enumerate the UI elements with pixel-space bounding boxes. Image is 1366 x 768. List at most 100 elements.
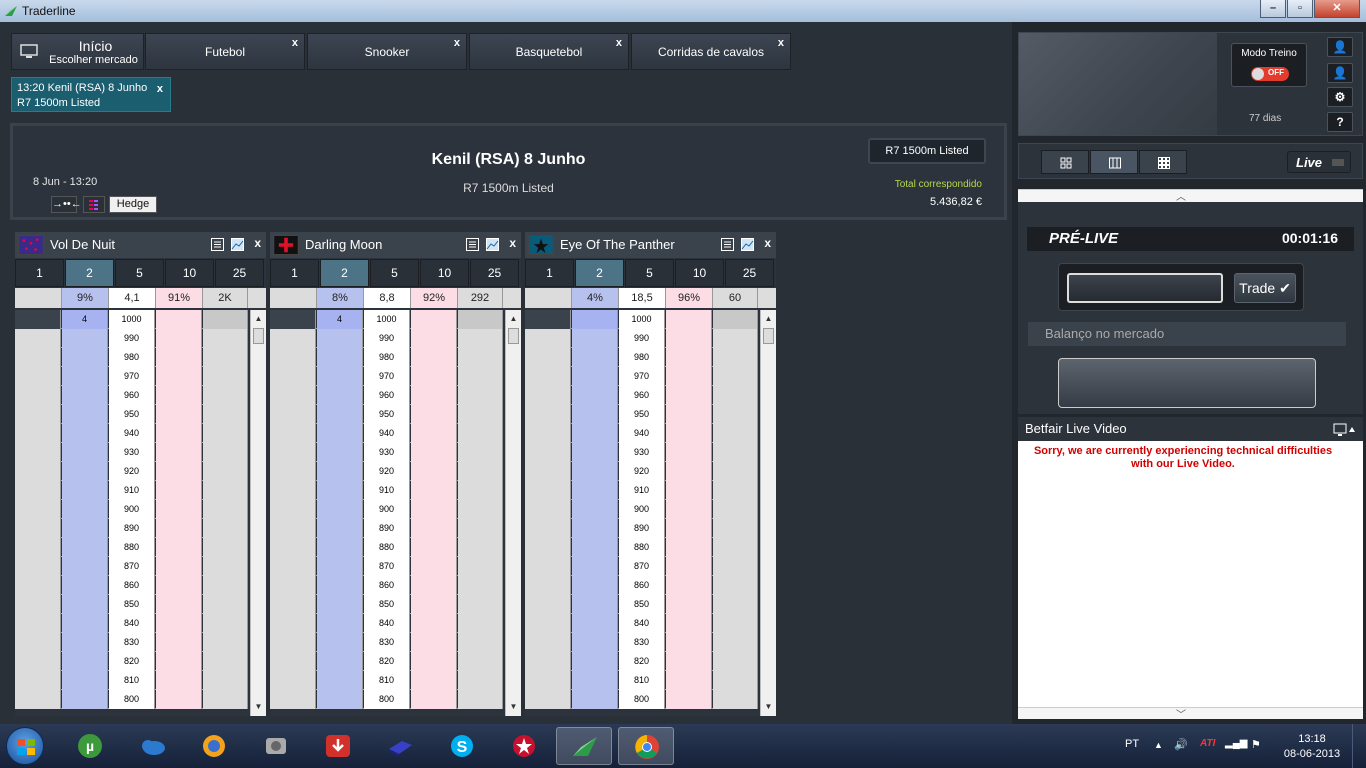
ladder-back-cell[interactable] xyxy=(572,443,618,462)
ladder-back-cell[interactable] xyxy=(572,329,618,348)
ladder-back-cell[interactable] xyxy=(62,690,108,709)
ladder-price-cell[interactable]: 810 xyxy=(364,671,410,690)
utorrent-taskbar-button[interactable]: µ xyxy=(62,727,118,765)
subtab-close-icon[interactable]: x xyxy=(157,83,163,95)
ladder-cell-left[interactable] xyxy=(270,310,316,329)
ladder-lay-cell[interactable] xyxy=(411,462,457,481)
chart-icon[interactable] xyxy=(741,238,754,251)
ladder-back-cell[interactable] xyxy=(317,367,363,386)
video-thumbnail[interactable] xyxy=(1019,33,1217,135)
ladder-price-cell[interactable]: 940 xyxy=(619,424,665,443)
ladder-back-cell[interactable] xyxy=(572,405,618,424)
ladder-cell-right[interactable] xyxy=(713,595,758,614)
tab-basquetebol[interactable]: Basquetebol x xyxy=(469,33,629,70)
stake-button[interactable]: 5 xyxy=(625,259,674,287)
layout-grid-small-button[interactable] xyxy=(1041,150,1089,174)
ladder-back-cell[interactable] xyxy=(572,386,618,405)
volume-icon[interactable]: 🔊 xyxy=(1174,738,1188,751)
chrome-taskbar-button[interactable] xyxy=(618,727,674,765)
ladder-lay-cell[interactable] xyxy=(411,614,457,633)
tab-close-icon[interactable]: x xyxy=(292,37,298,49)
ladder-price-cell[interactable]: 870 xyxy=(619,557,665,576)
ladder-back-cell[interactable] xyxy=(317,519,363,538)
ladder-lay-cell[interactable] xyxy=(666,462,712,481)
ladder-lay-cell[interactable] xyxy=(156,538,202,557)
ladder-cell-right[interactable] xyxy=(203,500,248,519)
ladder-cell-left[interactable] xyxy=(270,538,316,557)
ladder-price-cell[interactable]: 950 xyxy=(109,405,155,424)
ladder-price-cell[interactable]: 920 xyxy=(364,462,410,481)
tab-home[interactable]: Início Escolher mercado xyxy=(11,33,144,70)
ladder-cell-right[interactable] xyxy=(713,671,758,690)
ladder-back-cell[interactable] xyxy=(317,652,363,671)
stake-button[interactable]: 1 xyxy=(270,259,319,287)
ladder-cell-right[interactable] xyxy=(458,652,503,671)
ladder-cell-left[interactable] xyxy=(525,595,571,614)
ladder-price-cell[interactable]: 960 xyxy=(109,386,155,405)
ladder-cell-left[interactable] xyxy=(270,595,316,614)
ladder-cell-left[interactable] xyxy=(525,310,571,329)
ladder-lay-cell[interactable] xyxy=(156,481,202,500)
ladder-cell-left[interactable] xyxy=(270,576,316,595)
ladder-cell-right[interactable] xyxy=(203,367,248,386)
ladder-lay-cell[interactable] xyxy=(666,481,712,500)
stake-button[interactable]: 1 xyxy=(525,259,574,287)
ladder-scrollbar[interactable]: ▲ ▼ xyxy=(760,310,776,716)
ladder-cell-left[interactable] xyxy=(15,424,61,443)
ladder-back-cell[interactable] xyxy=(317,633,363,652)
ladder-price-cell[interactable]: 890 xyxy=(109,519,155,538)
ladder-cell-left[interactable] xyxy=(525,348,571,367)
ladder-back-cell[interactable] xyxy=(62,367,108,386)
ladder-cell-left[interactable] xyxy=(270,671,316,690)
tab-close-icon[interactable]: x xyxy=(616,37,622,49)
ladder-lay-cell[interactable] xyxy=(156,500,202,519)
stake-button[interactable]: 25 xyxy=(215,259,264,287)
ladder-back-cell[interactable] xyxy=(572,614,618,633)
ati-icon[interactable]: ATI xyxy=(1200,738,1215,749)
ladder-back-cell[interactable] xyxy=(317,348,363,367)
ladder-lay-cell[interactable] xyxy=(666,519,712,538)
ladder-cell-left[interactable] xyxy=(15,538,61,557)
ladder-cell-right[interactable] xyxy=(713,405,758,424)
market-subtab[interactable]: 13:20 Kenil (RSA) 8 Junho R7 1500m Liste… xyxy=(11,77,171,112)
skype-taskbar-button[interactable]: S xyxy=(434,727,490,765)
ladder-cell-left[interactable] xyxy=(270,633,316,652)
ladder-price-cell[interactable]: 860 xyxy=(364,576,410,595)
maximize-button[interactable]: ▫ xyxy=(1287,0,1313,18)
ladder-cell-left[interactable] xyxy=(15,310,61,329)
ladder-cell-left[interactable] xyxy=(15,367,61,386)
ladder-back-cell[interactable] xyxy=(317,614,363,633)
ladder-lay-cell[interactable] xyxy=(411,405,457,424)
ladder-cell-left[interactable] xyxy=(270,386,316,405)
chart-icon[interactable] xyxy=(486,238,499,251)
ladder-back-cell[interactable] xyxy=(62,500,108,519)
ladder-price-cell[interactable]: 840 xyxy=(619,614,665,633)
ladder-lay-cell[interactable] xyxy=(156,386,202,405)
ladder-cell-right[interactable] xyxy=(713,557,758,576)
ladder-cell-right[interactable] xyxy=(458,367,503,386)
ladder-cell-right[interactable] xyxy=(713,424,758,443)
ladder-lay-cell[interactable] xyxy=(666,557,712,576)
ladder-back-cell[interactable] xyxy=(62,557,108,576)
ladder-lay-cell[interactable] xyxy=(666,576,712,595)
ladder-back-cell[interactable] xyxy=(317,595,363,614)
ladder-price-cell[interactable]: 850 xyxy=(619,595,665,614)
ladder-back-cell[interactable] xyxy=(572,310,618,329)
ladder-back-cell[interactable] xyxy=(62,614,108,633)
ladder-lay-cell[interactable] xyxy=(411,595,457,614)
runner-close-icon[interactable]: x xyxy=(254,236,261,250)
trade-button[interactable]: Trade ✔ xyxy=(1234,273,1296,303)
ladder-back-cell[interactable] xyxy=(62,443,108,462)
hedge-button[interactable]: Hedge xyxy=(109,196,157,213)
ladder-cell-left[interactable] xyxy=(270,500,316,519)
ladder-price-cell[interactable]: 830 xyxy=(364,633,410,652)
ladder-cell-left[interactable] xyxy=(270,329,316,348)
download-taskbar-button[interactable] xyxy=(310,727,366,765)
ladder-lay-cell[interactable] xyxy=(156,329,202,348)
ladder-back-cell[interactable] xyxy=(317,443,363,462)
ladder-lay-cell[interactable] xyxy=(411,519,457,538)
ladder-cell-left[interactable] xyxy=(270,405,316,424)
ladder-lay-cell[interactable] xyxy=(411,443,457,462)
ladder-price-cell[interactable]: 890 xyxy=(619,519,665,538)
ladder-lay-cell[interactable] xyxy=(666,424,712,443)
